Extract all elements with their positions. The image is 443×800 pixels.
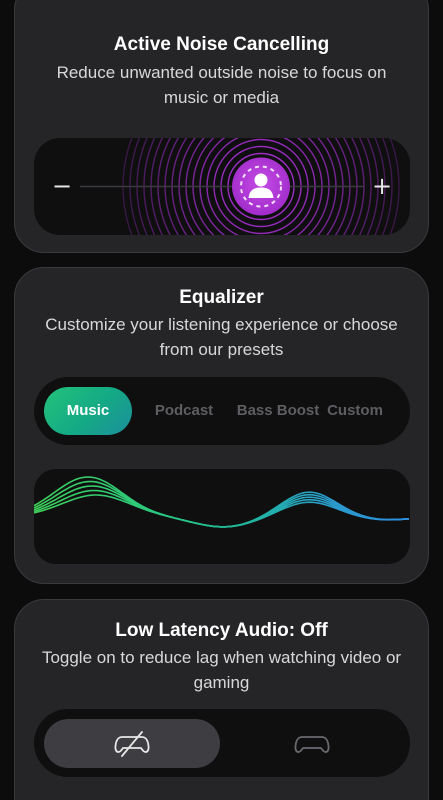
- latency-toggle: [34, 709, 410, 777]
- anc-description: Reduce unwanted outside noise to focus o…: [56, 63, 387, 107]
- preset-selector: Music Podcast Bass Boost Custom: [34, 377, 410, 445]
- anc-card: Active Noise Cancelling Reduce unwanted …: [14, 0, 429, 253]
- latency-card: Low Latency Audio: Off Toggle on to redu…: [14, 599, 429, 800]
- equalizer-title: Equalizer: [179, 287, 264, 308]
- equalizer-wave: [34, 469, 410, 564]
- equalizer-description: Customize your listening experience or c…: [45, 315, 398, 359]
- preset-custom[interactable]: Custom: [322, 387, 388, 435]
- anc-decrease-button[interactable]: −: [52, 172, 72, 200]
- latency-title: Low Latency Audio: Off: [115, 620, 328, 641]
- gamepad-icon: [294, 736, 330, 753]
- anc-slider[interactable]: − +: [34, 138, 410, 235]
- latency-on-option[interactable]: [224, 719, 400, 768]
- preset-podcast[interactable]: Podcast: [141, 387, 227, 435]
- wave-line: [34, 485, 410, 528]
- wave-graphic: [34, 476, 410, 528]
- wave-line: [34, 480, 410, 528]
- wave-line: [34, 476, 410, 528]
- anc-increase-button[interactable]: +: [372, 172, 392, 200]
- equalizer-card: Equalizer Customize your listening exper…: [14, 267, 429, 584]
- latency-off-option[interactable]: [44, 719, 220, 768]
- latency-description: Toggle on to reduce lag when watching vi…: [41, 648, 402, 692]
- gamepad-off-icon: [114, 731, 150, 757]
- preset-music[interactable]: Music: [44, 387, 132, 435]
- preset-bass-boost[interactable]: Bass Boost: [230, 387, 326, 435]
- anc-title: Active Noise Cancelling: [113, 34, 330, 55]
- anc-rings: [80, 138, 400, 235]
